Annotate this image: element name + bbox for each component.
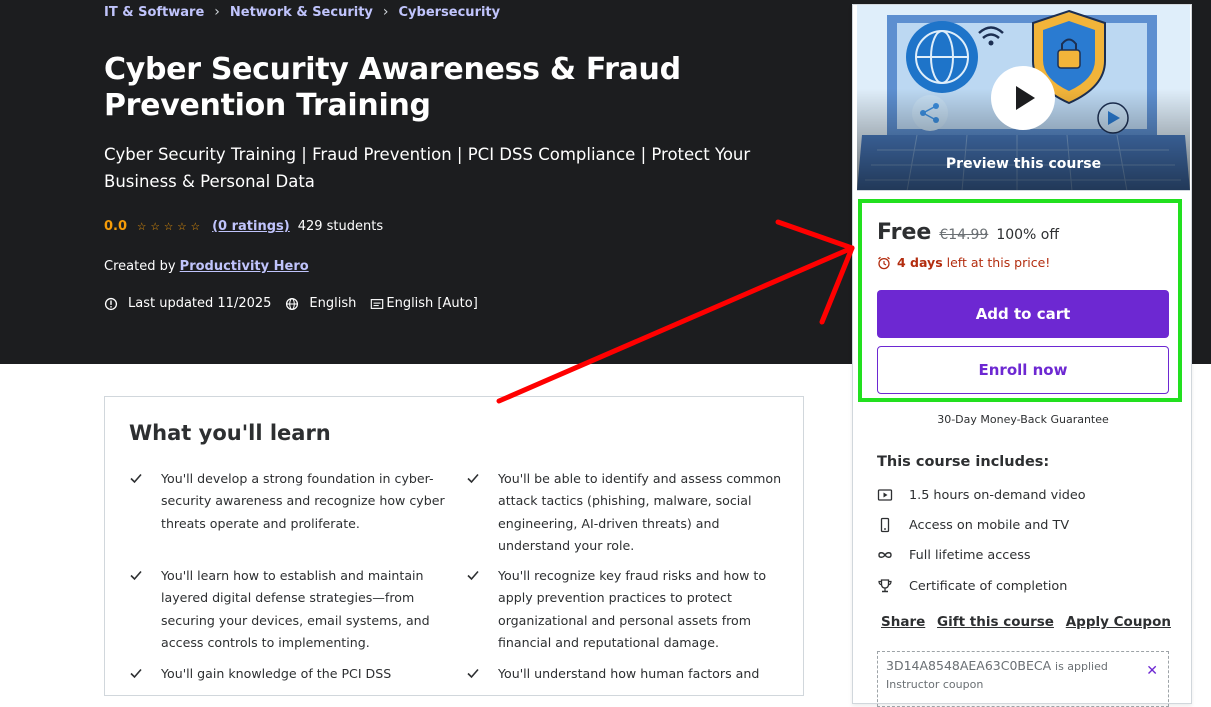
mobile-icon <box>880 517 890 533</box>
course-meta: Last updated 11/2025 English English [Au… <box>104 296 478 311</box>
sidebar-links: Share Gift this course Apply Coupon <box>881 614 1171 630</box>
coupon-type: Instructor coupon <box>886 678 984 691</box>
include-item: 1.5 hours on-demand video <box>877 487 1086 503</box>
ratings-link[interactable]: (0 ratings) <box>212 219 290 234</box>
trophy-icon <box>878 579 892 593</box>
check-icon <box>130 668 142 679</box>
close-icon[interactable]: ✕ <box>1146 663 1158 679</box>
check-icon <box>130 570 142 581</box>
course-title: Cyber Security Awareness & Fraud Prevent… <box>104 52 681 123</box>
share-link[interactable]: Share <box>881 614 925 630</box>
play-icon[interactable] <box>991 66 1055 130</box>
coupon-code: 3D14A8548AEA63C0BECA <box>886 658 1052 673</box>
rating-row: 0.0 ☆☆☆☆☆ (0 ratings) 429 students <box>104 219 383 234</box>
course-captions: English [Auto] <box>386 296 478 311</box>
instructor-link[interactable]: Productivity Hero <box>180 259 309 274</box>
include-item: Certificate of completion <box>877 578 1067 594</box>
learn-item: You'll be able to identify and assess co… <box>467 468 788 557</box>
apply-coupon-link[interactable]: Apply Coupon <box>1066 614 1171 630</box>
chevron-right-icon: › <box>382 4 389 20</box>
breadcrumb-item-network-security[interactable]: Network & Security <box>230 5 373 20</box>
breadcrumb-item-cybersecurity[interactable]: Cybersecurity <box>399 5 501 20</box>
learn-item: You'll gain knowledge of the PCI DSS <box>130 663 451 685</box>
globe-icon <box>286 297 299 310</box>
gift-course-link[interactable]: Gift this course <box>937 614 1054 630</box>
applied-coupon: 3D14A8548AEA63C0BECA is applied Instruct… <box>877 651 1169 707</box>
course-preview[interactable]: Preview this course <box>857 5 1190 191</box>
coupon-status: is applied <box>1055 660 1108 673</box>
learn-item: You'll develop a strong foundation in cy… <box>130 468 451 535</box>
closed-captions-icon <box>371 298 384 309</box>
star-rating-icon: ☆☆☆☆☆ <box>137 220 205 233</box>
include-item: Access on mobile and TV <box>877 517 1069 533</box>
chevron-right-icon: › <box>214 4 220 20</box>
course-language: English <box>309 296 357 311</box>
course-subtitle: Cyber Security Training | Fraud Preventi… <box>104 145 751 191</box>
check-icon <box>467 668 479 679</box>
check-icon <box>467 570 479 581</box>
learn-item: You'll recognize key fraud risks and how… <box>467 565 788 654</box>
created-by-label: Created by <box>104 259 176 274</box>
created-by: Created by Productivity Hero <box>104 259 309 274</box>
check-icon <box>467 473 479 484</box>
learn-heading: What you'll learn <box>129 421 331 445</box>
breadcrumb-item-it-software[interactable]: IT & Software <box>104 5 204 20</box>
video-icon <box>877 489 893 501</box>
infinity-icon <box>878 552 892 558</box>
money-back-guarantee: 30-Day Money-Back Guarantee <box>937 413 1109 426</box>
learn-item: You'll understand how human factors and <box>467 663 788 685</box>
alert-icon <box>104 297 118 310</box>
check-icon <box>130 473 142 484</box>
preview-label: Preview this course <box>945 156 1102 172</box>
last-updated: Last updated 11/2025 <box>128 296 272 311</box>
learn-item: You'll learn how to establish and mainta… <box>130 565 451 654</box>
include-item: Full lifetime access <box>877 547 1031 563</box>
rating-value: 0.0 <box>104 219 128 234</box>
highlight-box <box>858 199 1182 402</box>
students-count: 429 students <box>297 219 384 234</box>
breadcrumb: IT & Software › Network & Security › Cyb… <box>104 4 500 20</box>
includes-heading: This course includes: <box>877 454 1050 470</box>
what-youll-learn: What you'll learn You'll develop a stron… <box>104 396 804 696</box>
